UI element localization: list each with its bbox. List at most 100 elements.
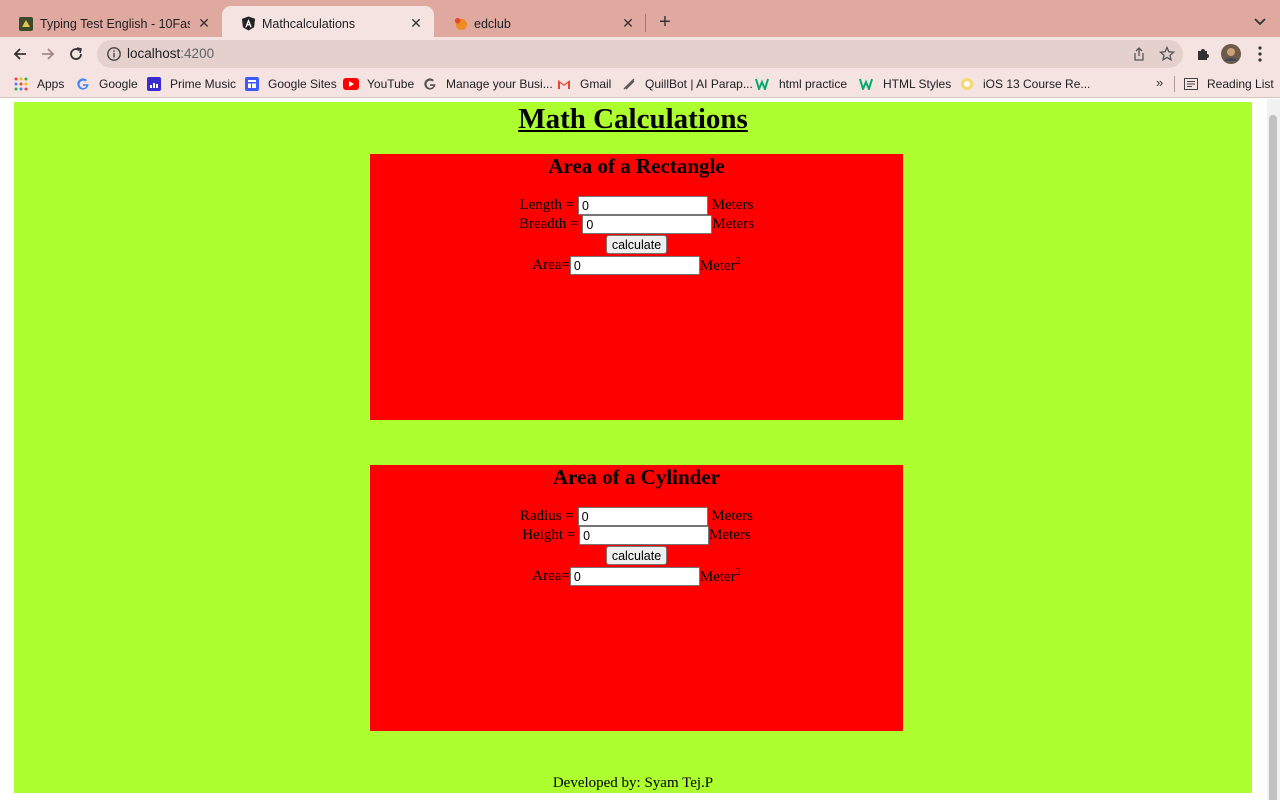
chevron-down-icon[interactable] [1250,12,1270,32]
reading-list-button[interactable]: Reading List [1183,75,1274,93]
quillbot-icon [621,76,637,92]
bookmark-label: Gmail [580,77,612,91]
rectangle-card: Area of a Rectangle Length = Meters Brea… [370,154,903,420]
angular-icon [240,16,256,32]
bookmark-gmail[interactable]: Gmail [556,75,611,93]
gmail-icon [556,76,572,92]
youtube-icon [343,76,359,92]
w3schools-icon [859,76,875,92]
bookmark-label: Prime Music [170,77,237,91]
bookmark-label: Google [99,77,138,91]
breadth-unit: Meters [712,216,755,232]
bookmark-label: iOS 13 Course Re... [983,77,1091,91]
url-port: :4200 [180,46,215,61]
avatar[interactable] [1221,44,1241,64]
google-sites-icon [244,76,260,92]
new-tab-button[interactable]: + [654,12,676,34]
apps-grid-icon [13,76,29,92]
rectangle-area-output[interactable] [569,256,700,275]
rectangle-calculate-button[interactable]: calculate [606,235,667,254]
bookmark-label: Manage your Busi... [446,77,553,91]
cylinder-area-unit: Meter2 [700,567,741,586]
share-icon[interactable] [1131,46,1147,62]
cylinder-area-label: Area= [532,568,570,584]
bookmark-html-styles[interactable]: HTML Styles [859,75,951,93]
bookmark-google-sites[interactable]: Google Sites [244,75,337,93]
tab-separator [645,14,646,32]
bookmarks-bar: Apps Google Prime Music Google Sites You… [0,70,1280,98]
bookmarks-overflow-button[interactable]: » [1156,75,1163,90]
cylinder-card: Area of a Cylinder Radius = Meters Heigh… [370,465,903,731]
rectangle-heading: Area of a Rectangle [548,154,725,178]
length-unit: Meters [711,197,754,213]
star-icon[interactable] [1158,45,1176,62]
10fastfingers-icon [18,16,34,32]
page-scrollbar[interactable] [1267,99,1280,800]
cylinder-heading: Area of a Cylinder [552,465,720,489]
tab-mathcalculations[interactable]: Mathcalculations ✕ [222,6,434,41]
length-row: Length = Meters [370,196,903,215]
url-text: localhost:4200 [127,46,214,61]
length-input[interactable] [578,196,709,215]
close-icon[interactable]: ✕ [196,15,212,32]
url-host: localhost [127,46,181,61]
breadth-label: Breadth = [518,216,579,232]
tab-strip: Typing Test English - 10FastFingers ✕ Ma… [0,0,1280,41]
bookmark-html-practice[interactable]: html practice [755,75,847,93]
w3schools-icon [755,76,771,92]
area-unit-text: Meter [699,258,736,274]
edclub-icon [452,16,468,32]
reload-icon[interactable] [64,42,88,66]
bookmark-apps[interactable]: Apps [13,75,64,93]
rectangle-area-row: Area= Meter2 [370,256,903,275]
radius-row: Radius = Meters [370,507,903,526]
back-arrow-icon[interactable] [8,42,32,66]
tab-edclub[interactable]: edclub ✕ [434,6,646,41]
google-icon [75,76,91,92]
bookmark-prime-music[interactable]: Prime Music [146,75,236,93]
extensions-puzzle-icon[interactable] [1193,44,1213,64]
google-icon [422,76,438,92]
bookmark-google[interactable]: Google [75,75,138,93]
page-viewport: Math Calculations Area of a Rectangle Le… [0,99,1280,800]
tab-10fastfingers[interactable]: Typing Test English - 10FastFingers ✕ [0,6,222,41]
bookmark-quillbot[interactable]: QuillBot | AI Parap... [621,75,753,93]
footer-credit: Developed by: Syam Tej.P [552,775,714,791]
kebab-menu-icon[interactable] [1250,44,1270,64]
reading-list-label: Reading List [1207,77,1274,91]
cylinder-calculate-button[interactable]: calculate [606,546,667,565]
length-label: Length = [519,197,575,213]
browser-toolbar: localhost:4200 [0,37,1280,70]
page-title: Math Calculations [518,103,748,135]
close-icon[interactable]: ✕ [408,15,424,32]
breadth-input[interactable] [582,215,713,234]
bookmarks-divider [1174,76,1175,92]
rectangle-area-unit: Meter2 [700,256,741,275]
bookmark-ios-course[interactable]: iOS 13 Course Re... [959,75,1090,93]
bookmark-label: HTML Styles [883,77,952,91]
bookmark-label: YouTube [367,77,415,91]
height-label: Height = [522,527,576,543]
radius-unit: Meters [711,508,754,524]
rectangle-area-label: Area= [532,257,570,273]
bookmark-youtube[interactable]: YouTube [343,75,414,93]
info-icon[interactable] [106,46,122,62]
area-unit-text: Meter [699,569,736,585]
forward-arrow-icon[interactable] [36,42,60,66]
height-unit: Meters [709,527,751,543]
tab-title: Mathcalculations [262,16,356,31]
close-icon[interactable]: ✕ [620,15,636,32]
area-unit-exponent: 2 [735,567,741,578]
bookmark-label: Apps [37,77,65,91]
tab-title: Typing Test English - 10FastFingers [40,16,190,31]
bookmark-manage-business[interactable]: Manage your Busi... [422,75,553,93]
cylinder-area-row: Area= Meter2 [370,567,903,586]
height-input[interactable] [579,526,710,545]
app-root: Math Calculations Area of a Rectangle Le… [14,102,1252,793]
bookmark-label: html practice [779,77,848,91]
cylinder-area-output[interactable] [569,567,700,586]
address-bar[interactable]: localhost:4200 [97,40,1183,68]
radius-input[interactable] [577,507,708,526]
tab-title: edclub [474,16,511,31]
scrollbar-thumb[interactable] [1269,115,1277,800]
